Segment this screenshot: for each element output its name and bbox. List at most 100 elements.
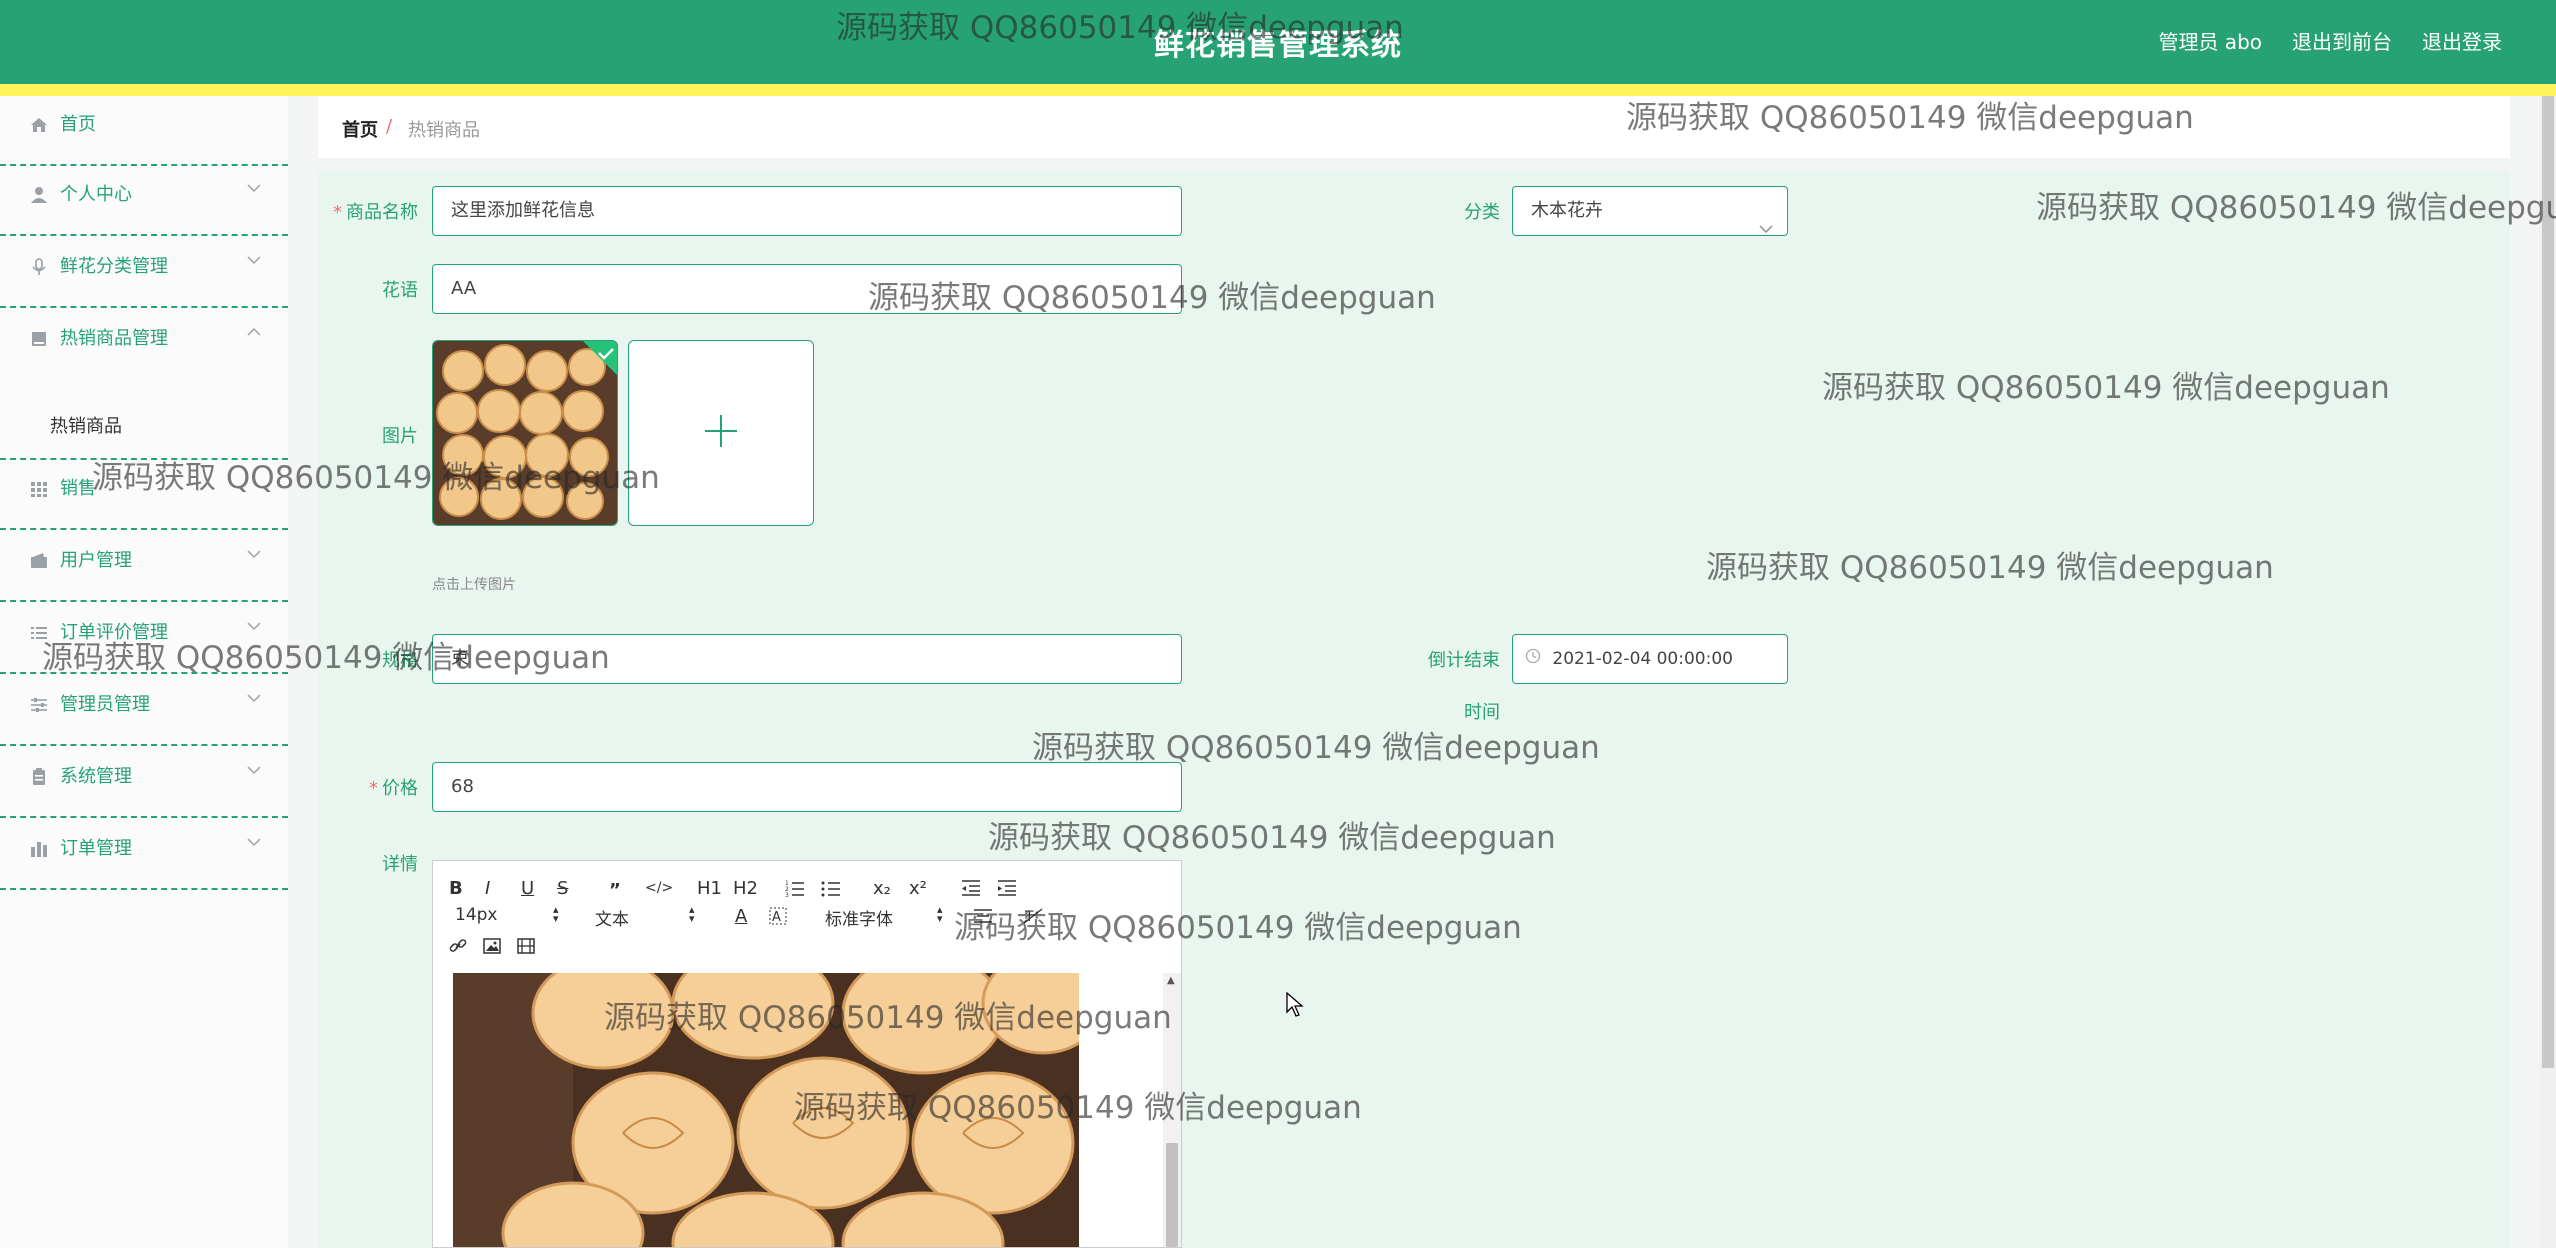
editor-scroll-thumb[interactable] xyxy=(1166,1143,1178,1247)
indent-icon[interactable] xyxy=(997,875,1017,901)
breadcrumb: 首页 / 热销商品 xyxy=(318,96,2510,158)
image-insert-icon[interactable] xyxy=(483,933,501,959)
font-family-select[interactable]: 标准字体 ▴ ▾ xyxy=(825,904,943,930)
uploaded-image-thumbnail[interactable] xyxy=(432,340,618,526)
outdent-icon[interactable] xyxy=(961,875,981,901)
sidebar-item-personal[interactable]: 个人中心 xyxy=(0,166,288,236)
underline-button[interactable]: U xyxy=(521,875,534,901)
sidebar-item-label: 个人中心 xyxy=(60,184,132,205)
chevron-down-icon xyxy=(1759,205,1773,253)
clear-format-icon[interactable]: T xyxy=(1023,903,1043,929)
home-icon xyxy=(28,114,50,136)
breadcrumb-current: 热销商品 xyxy=(408,120,480,141)
select-arrows-icon: ▴ ▾ xyxy=(937,903,943,925)
rich-text-editor: B I U S ” </> H1 H2 123 x₂ x² 14px ▴ ▾ 文本 ▴… xyxy=(432,860,1182,1248)
sidebar-item-orders[interactable]: 订单管理 xyxy=(0,820,288,890)
chevron-down-icon xyxy=(244,760,264,780)
breadcrumb-home[interactable]: 首页 xyxy=(342,116,378,142)
category-value: 木本花卉 xyxy=(1531,200,1603,221)
sidebar-item-label: 订单管理 xyxy=(60,838,132,859)
italic-button[interactable]: I xyxy=(485,875,490,901)
spec-label: 规格 xyxy=(382,650,418,671)
subscript-button[interactable]: x₂ xyxy=(873,875,891,901)
countdown-label-line2: 时间 xyxy=(1464,702,1500,723)
chart-icon xyxy=(28,838,50,860)
scroll-up-icon[interactable]: ▲ xyxy=(1167,975,1175,986)
video-insert-icon[interactable] xyxy=(517,933,535,959)
ordered-list-icon[interactable]: 123 xyxy=(785,875,805,901)
bold-button[interactable]: B xyxy=(449,875,463,901)
top-right-links: 管理员 abo 退出到前台 退出登录 xyxy=(2158,26,2502,55)
font-size-select[interactable]: 14px ▴ ▾ xyxy=(455,904,559,925)
sidebar-item-flower-category[interactable]: 鲜花分类管理 xyxy=(0,238,288,308)
code-block-button[interactable]: </> xyxy=(645,875,673,901)
flower-language-input[interactable]: AA xyxy=(432,264,1182,314)
link-icon[interactable] xyxy=(449,933,467,959)
text-style-select[interactable]: 文本 ▴ ▾ xyxy=(595,904,695,930)
clock-icon xyxy=(1525,635,1541,683)
page-scrollbar[interactable] xyxy=(2540,96,2556,1248)
font-color-button[interactable]: A xyxy=(735,903,747,929)
grid-icon xyxy=(28,478,50,500)
align-icon[interactable] xyxy=(973,903,993,929)
wallet-icon xyxy=(28,550,50,572)
sidebar-subitem-hot-products[interactable]: 热销商品 xyxy=(0,390,288,460)
upload-image-button[interactable] xyxy=(628,340,814,526)
sidebar-item-label: 用户管理 xyxy=(60,550,132,571)
plus-icon xyxy=(703,413,739,453)
price-input[interactable]: 68 xyxy=(432,762,1182,812)
admin-label[interactable]: 管理员 abo xyxy=(2158,26,2262,55)
sidebar-item-label: 鲜花分类管理 xyxy=(60,256,168,277)
spec-input[interactable]: 束 xyxy=(432,634,1182,684)
sidebar-item-system[interactable]: 系统管理 xyxy=(0,748,288,818)
editor-roses-image xyxy=(453,973,1079,1247)
exit-to-front-link[interactable]: 退出到前台 xyxy=(2292,26,2392,55)
chevron-down-icon xyxy=(244,832,264,852)
sidebar-item-home[interactable]: 首页 xyxy=(0,96,288,166)
price-label: * 价格 xyxy=(369,778,418,799)
page-scroll-thumb[interactable] xyxy=(2542,96,2554,1068)
detail-label: 详情 xyxy=(382,854,418,875)
countdown-label: 倒计结束 xyxy=(1428,650,1500,671)
sidebar-item-label: 管理员管理 xyxy=(60,694,150,715)
product-name-input[interactable]: 这里添加鲜花信息 xyxy=(432,186,1182,236)
sidebar: 首页 个人中心 鲜花分类管理 热销商品管理 热销商品 销售 用户管理 订单评价管… xyxy=(0,96,288,1248)
sidebar-item-admins[interactable]: 管理员管理 xyxy=(0,676,288,746)
chevron-up-icon xyxy=(244,322,264,342)
breadcrumb-separator: / xyxy=(386,116,393,137)
sidebar-subitem-label: 热销商品 xyxy=(50,416,122,437)
category-label: 分类 xyxy=(1464,202,1500,223)
sidebar-item-label: 销售 xyxy=(60,478,96,499)
countdown-datetime-input[interactable]: 2021-02-04 00:00:00 xyxy=(1512,634,1788,684)
product-name-label: * 商品名称 xyxy=(333,202,418,223)
heading-2-button[interactable]: H2 xyxy=(733,875,758,901)
superscript-button[interactable]: x² xyxy=(909,875,927,901)
chevron-down-icon xyxy=(244,616,264,636)
image-label: 图片 xyxy=(382,426,418,447)
flower-language-label: 花语 xyxy=(382,280,418,301)
sidebar-item-label: 首页 xyxy=(60,114,96,135)
countdown-value: 2021-02-04 00:00:00 xyxy=(1552,649,1733,669)
chevron-down-icon xyxy=(244,178,264,198)
category-select[interactable]: 木本花卉 xyxy=(1512,186,1788,236)
chevron-down-icon xyxy=(244,544,264,564)
sidebar-item-hot-products[interactable]: 热销商品管理 xyxy=(0,310,288,380)
strike-button[interactable]: S xyxy=(557,875,568,901)
svg-text:3: 3 xyxy=(785,892,789,897)
chevron-down-icon xyxy=(244,688,264,708)
logout-link[interactable]: 退出登录 xyxy=(2422,26,2502,55)
list-icon xyxy=(28,622,50,644)
sidebar-item-sales[interactable]: 销售 xyxy=(0,460,288,530)
bullet-list-icon[interactable] xyxy=(821,875,841,901)
top-bar-stripe xyxy=(0,84,2556,96)
blockquote-button[interactable]: ” xyxy=(609,877,621,903)
mouse-cursor-icon xyxy=(1286,991,1304,1022)
editor-scrollbar[interactable]: ▲ xyxy=(1163,973,1181,1247)
sidebar-item-users[interactable]: 用户管理 xyxy=(0,532,288,602)
highlight-icon[interactable]: A xyxy=(769,903,787,929)
user-icon xyxy=(28,184,50,206)
editor-content[interactable]: ▲ xyxy=(433,973,1181,1247)
sliders-icon xyxy=(28,694,50,716)
heading-1-button[interactable]: H1 xyxy=(697,875,722,901)
sidebar-item-order-reviews[interactable]: 订单评价管理 xyxy=(0,604,288,674)
